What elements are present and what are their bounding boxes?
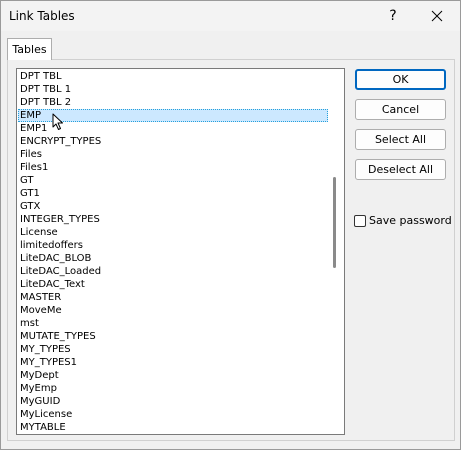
tables-listbox[interactable]: DPT TBL DPT TBL 1 DPT TBL 2 EMP EMP1 ENCRYPT_… <box>16 68 345 435</box>
ok-button-label: OK <box>392 73 409 86</box>
table-list-item[interactable]: MyDept <box>18 369 328 382</box>
table-list-item[interactable]: MyGUID <box>18 395 328 408</box>
link-tables-dialog: Link Tables ? Tables DPT TBL DPT TBL 1 DPT… <box>0 0 461 450</box>
save-password-label: Save password <box>369 214 452 227</box>
table-list-item[interactable]: EMP <box>18 109 328 122</box>
deselect-all-button-label: Deselect All <box>367 163 434 176</box>
table-list-item[interactable]: LiteDAC_Text <box>18 278 328 291</box>
tables-list-items: DPT TBL DPT TBL 1 DPT TBL 2 EMP EMP1 ENCRYPT_… <box>18 70 328 434</box>
tab-tables-label: Tables <box>12 43 47 56</box>
select-all-button[interactable]: Select All <box>355 129 446 150</box>
table-list-item[interactable]: MASTER <box>18 291 328 304</box>
table-list-item[interactable]: DPT TBL 2 <box>18 96 328 109</box>
scrollbar-thumb[interactable] <box>333 177 336 268</box>
table-list-item[interactable]: Files1 <box>18 161 328 174</box>
table-list-item[interactable]: MoveMe <box>18 304 328 317</box>
cancel-button-label: Cancel <box>381 103 420 116</box>
table-list-item[interactable]: DPT TBL 1 <box>18 83 328 96</box>
table-list-item[interactable]: LiteDAC_Loaded <box>18 265 328 278</box>
help-icon: ? <box>389 8 397 24</box>
ok-button[interactable]: OK <box>355 69 446 90</box>
tab-tables[interactable]: Tables <box>7 38 52 60</box>
save-password-row[interactable]: Save password <box>354 214 452 227</box>
table-list-item[interactable]: MUTATE_TYPES <box>18 330 328 343</box>
table-list-item[interactable]: Files <box>18 148 328 161</box>
table-list-item[interactable]: MyLicense <box>18 408 328 421</box>
table-list-item[interactable]: mst <box>18 317 328 330</box>
mouse-pointer-icon <box>52 113 63 130</box>
help-button[interactable]: ? <box>371 1 415 31</box>
table-list-item[interactable]: GT <box>18 174 328 187</box>
table-list-item[interactable]: GT1 <box>18 187 328 200</box>
save-password-checkbox[interactable] <box>354 214 366 227</box>
table-list-item[interactable]: LiteDAC_BLOB <box>18 252 328 265</box>
table-list-item[interactable]: MyEmp <box>18 382 328 395</box>
table-list-item[interactable]: License <box>18 226 328 239</box>
table-list-item[interactable]: limitedoffers <box>18 239 328 252</box>
title-bar: Link Tables ? <box>1 1 460 31</box>
table-list-item[interactable]: DPT TBL <box>18 70 328 83</box>
table-list-item[interactable]: MY_TYPES1 <box>18 356 328 369</box>
select-all-button-label: Select All <box>374 133 427 146</box>
table-list-item[interactable]: MYTABLE <box>18 421 328 434</box>
cancel-button[interactable]: Cancel <box>355 99 446 120</box>
table-list-item[interactable]: EMP1 <box>18 122 328 135</box>
close-button[interactable] <box>415 1 459 31</box>
window-title: Link Tables <box>9 9 75 23</box>
table-list-item[interactable]: ENCRYPT_TYPES <box>18 135 328 148</box>
deselect-all-button[interactable]: Deselect All <box>355 159 446 180</box>
table-list-item[interactable]: GTX <box>18 200 328 213</box>
table-list-item[interactable]: MY_TYPES <box>18 343 328 356</box>
table-list-item[interactable]: INTEGER_TYPES <box>18 213 328 226</box>
close-icon <box>431 10 443 22</box>
